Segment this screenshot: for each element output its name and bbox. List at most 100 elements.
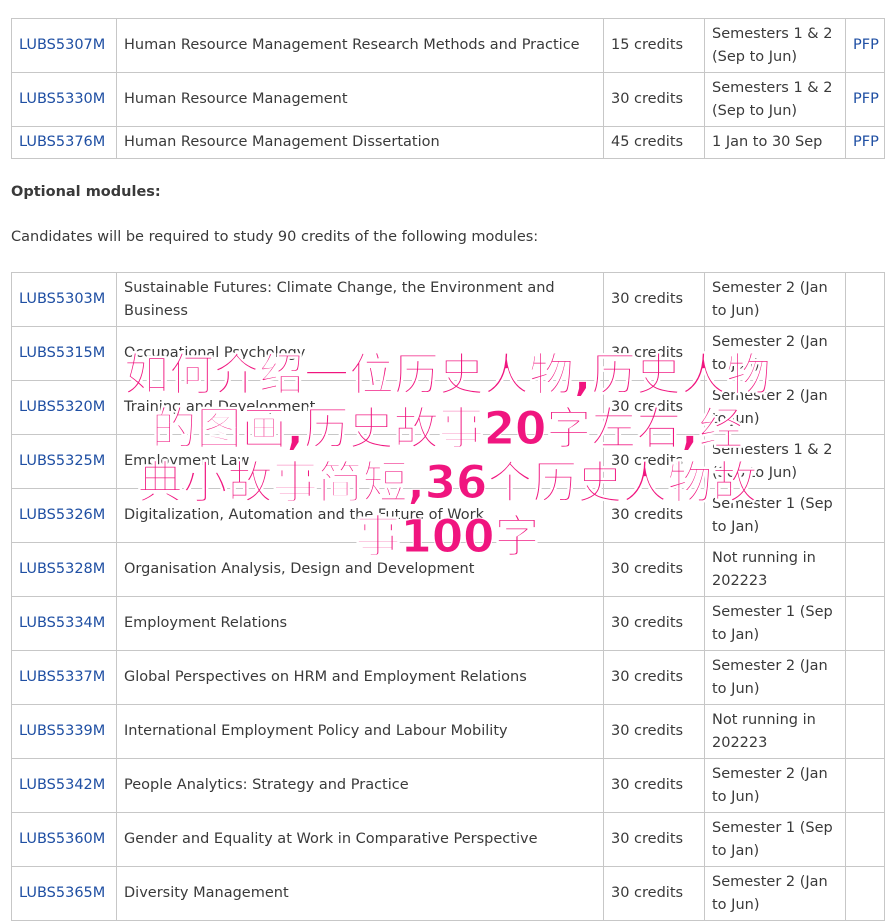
module-semester: Semester 2 (Jan to Jun) <box>704 326 846 381</box>
module-code-link[interactable]: LUBS5326M <box>19 507 105 523</box>
module-credits: 30 credits <box>603 650 705 705</box>
module-code-cell: LUBS5315M <box>11 326 117 381</box>
core-modules-table: LUBS5307M Human Resource Management Resea… <box>11 18 885 159</box>
module-semester: Semesters 1 & 2 (Sep to Jun) <box>704 72 846 127</box>
module-code-cell: LUBS5339M <box>11 704 117 759</box>
module-code-link[interactable]: LUBS5337M <box>19 669 105 685</box>
optional-modules-heading: Optional modules: <box>11 184 161 200</box>
module-pfp-cell: PFP <box>845 72 885 127</box>
module-semester: Semester 2 (Jan to Jun) <box>704 758 846 813</box>
module-title: Employment Law <box>116 434 604 489</box>
module-code-link[interactable]: LUBS5339M <box>19 723 105 739</box>
module-code-cell: LUBS5360M <box>11 812 117 867</box>
module-title: Sustainable Futures: Climate Change, the… <box>116 272 604 327</box>
module-code-cell: LUBS5303M <box>11 272 117 327</box>
module-row: LUBS5376M Human Resource Management Disse… <box>11 126 885 159</box>
module-pfp-cell <box>845 272 885 327</box>
pfp-link[interactable]: PFP <box>853 134 879 150</box>
module-semester: Semester 2 (Jan to Jun) <box>704 380 846 435</box>
module-code-link[interactable]: LUBS5376M <box>19 134 105 150</box>
module-code-cell: LUBS5307M <box>11 18 117 73</box>
module-row: LUBS5328M Organisation Analysis, Design a… <box>11 542 885 597</box>
module-row: LUBS5325M Employment Law 30 credits Semeste… <box>11 434 885 489</box>
module-code-link[interactable]: LUBS5303M <box>19 291 105 307</box>
module-title: Training and Development <box>116 380 604 435</box>
module-pfp-cell <box>845 812 885 867</box>
module-credits: 30 credits <box>603 326 705 381</box>
module-code-link[interactable]: LUBS5307M <box>19 37 105 53</box>
module-title: Digitalization, Automation and the Futur… <box>116 488 604 543</box>
module-credits: 30 credits <box>603 758 705 813</box>
module-credits: 30 credits <box>603 272 705 327</box>
module-title: Gender and Equality at Work in Comparati… <box>116 812 604 867</box>
module-row: LUBS5330M Human Resource Management 30 cre… <box>11 72 885 127</box>
module-semester: Not running in 202223 <box>704 704 846 759</box>
module-title: International Employment Policy and Labo… <box>116 704 604 759</box>
module-code-link[interactable]: LUBS5365M <box>19 885 105 901</box>
module-semester: Not running in 202223 <box>704 542 846 597</box>
module-credits: 30 credits <box>603 542 705 597</box>
module-title: Employment Relations <box>116 596 604 651</box>
module-pfp-cell: PFP <box>845 126 885 159</box>
module-title: Diversity Management <box>116 866 604 921</box>
module-code-cell: LUBS5328M <box>11 542 117 597</box>
module-pfp-cell: PFP <box>845 18 885 73</box>
module-credits: 30 credits <box>603 812 705 867</box>
module-pfp-cell <box>845 326 885 381</box>
module-credits: 30 credits <box>603 434 705 489</box>
module-credits: 15 credits <box>603 18 705 73</box>
module-code-cell: LUBS5342M <box>11 758 117 813</box>
module-row: LUBS5303M Sustainable Futures: Climate Ch… <box>11 272 885 327</box>
module-semester: Semester 1 (Sep to Jan) <box>704 596 846 651</box>
module-code-cell: LUBS5326M <box>11 488 117 543</box>
module-code-cell: LUBS5337M <box>11 650 117 705</box>
module-row: LUBS5315M Occupational Psychology 30 credi… <box>11 326 885 381</box>
module-credits: 30 credits <box>603 866 705 921</box>
module-code-link[interactable]: LUBS5320M <box>19 399 105 415</box>
module-code-cell: LUBS5365M <box>11 866 117 921</box>
pfp-link[interactable]: PFP <box>853 37 879 53</box>
module-pfp-cell <box>845 866 885 921</box>
module-title: Human Resource Management Dissertation <box>116 126 604 159</box>
module-code-link[interactable]: LUBS5328M <box>19 561 105 577</box>
module-title: Occupational Psychology <box>116 326 604 381</box>
module-credits: 45 credits <box>603 126 705 159</box>
module-pfp-cell <box>845 758 885 813</box>
module-pfp-cell <box>845 542 885 597</box>
module-code-link[interactable]: LUBS5330M <box>19 91 105 107</box>
module-title: Global Perspectives on HRM and Employmen… <box>116 650 604 705</box>
module-code-link[interactable]: LUBS5360M <box>19 831 105 847</box>
module-pfp-cell <box>845 380 885 435</box>
module-row: LUBS5342M People Analytics: Strategy and … <box>11 758 885 813</box>
module-semester: Semester 1 (Sep to Jan) <box>704 812 846 867</box>
optional-modules-intro: Candidates will be required to study 90 … <box>11 229 539 245</box>
module-code-cell: LUBS5330M <box>11 72 117 127</box>
module-pfp-cell <box>845 650 885 705</box>
module-title: Human Resource Management <box>116 72 604 127</box>
module-code-cell: LUBS5325M <box>11 434 117 489</box>
module-semester: Semester 2 (Jan to Jun) <box>704 650 846 705</box>
module-pfp-cell <box>845 488 885 543</box>
module-semester: Semesters 1 & 2 (Sep to Jun) <box>704 434 846 489</box>
module-code-cell: LUBS5376M <box>11 126 117 159</box>
pfp-link[interactable]: PFP <box>853 91 879 107</box>
module-code-link[interactable]: LUBS5342M <box>19 777 105 793</box>
module-row: LUBS5339M International Employment Policy… <box>11 704 885 759</box>
module-title: Organisation Analysis, Design and Develo… <box>116 542 604 597</box>
module-credits: 30 credits <box>603 380 705 435</box>
module-code-link[interactable]: LUBS5315M <box>19 345 105 361</box>
module-row: LUBS5320M Training and Development 30 cred… <box>11 380 885 435</box>
module-pfp-cell <box>845 704 885 759</box>
module-semester: Semesters 1 & 2 (Sep to Jun) <box>704 18 846 73</box>
module-credits: 30 credits <box>603 488 705 543</box>
module-semester: Semester 2 (Jan to Jun) <box>704 272 846 327</box>
module-code-link[interactable]: LUBS5334M <box>19 615 105 631</box>
module-code-link[interactable]: LUBS5325M <box>19 453 105 469</box>
optional-modules-body: LUBS5303M Sustainable Futures: Climate Ch… <box>11 272 885 921</box>
optional-modules-table: LUBS5303M Sustainable Futures: Climate Ch… <box>11 272 885 921</box>
module-semester: Semester 2 (Jan to Jun) <box>704 866 846 921</box>
module-row: LUBS5326M Digitalization, Automation and … <box>11 488 885 543</box>
module-code-cell: LUBS5334M <box>11 596 117 651</box>
module-row: LUBS5307M Human Resource Management Resea… <box>11 18 885 73</box>
module-title: People Analytics: Strategy and Practice <box>116 758 604 813</box>
